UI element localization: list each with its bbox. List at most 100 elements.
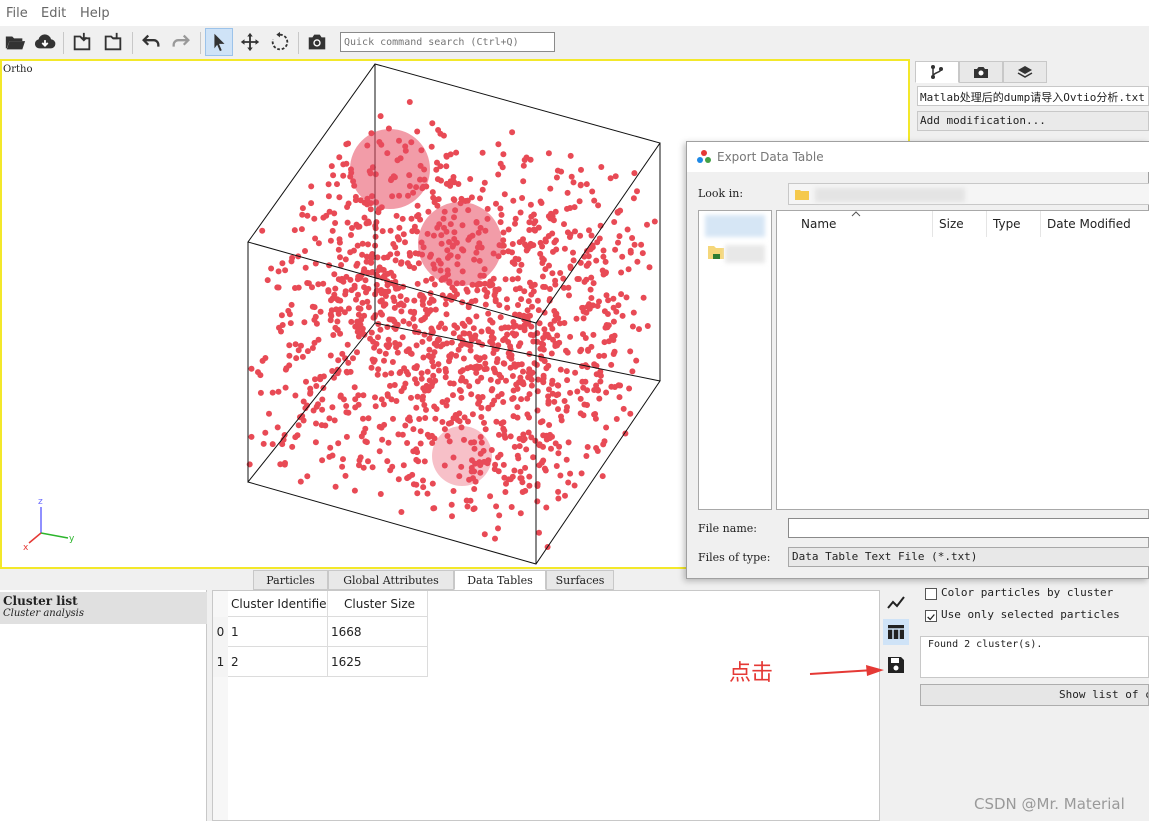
- particle: [332, 220, 339, 226]
- particle: [425, 208, 432, 215]
- show-list-button[interactable]: Show list of cl: [920, 684, 1149, 706]
- particle: [542, 467, 549, 474]
- particle: [336, 194, 343, 201]
- folder-icon: [795, 190, 809, 200]
- particle: [464, 288, 471, 295]
- use-selected-checkbox[interactable]: [925, 610, 937, 622]
- particle: [426, 346, 433, 353]
- particle: [392, 340, 399, 346]
- particle: [322, 422, 329, 429]
- particle: [266, 410, 272, 417]
- particle: [580, 315, 587, 322]
- camera-icon[interactable]: [303, 28, 331, 56]
- particle: [423, 277, 430, 284]
- particle: [509, 396, 516, 402]
- particle: [549, 216, 556, 223]
- redo-icon[interactable]: [167, 28, 195, 56]
- particle: [545, 150, 552, 157]
- color-by-cluster-checkbox[interactable]: [925, 588, 937, 600]
- particle: [292, 341, 299, 348]
- particle: [334, 181, 340, 188]
- cloud-download-icon[interactable]: [31, 28, 59, 56]
- pipeline-source-item[interactable]: Matlab处理后的dump请导入Ovtio分析.txt: [917, 86, 1149, 106]
- menu-file[interactable]: File: [6, 6, 28, 21]
- particle: [610, 351, 617, 357]
- layers-tab[interactable]: [1003, 61, 1047, 83]
- particle: [578, 166, 584, 173]
- add-modification-dropdown[interactable]: Add modification...: [917, 111, 1149, 131]
- render-tab[interactable]: [959, 61, 1003, 83]
- pipeline-tab[interactable]: [915, 61, 959, 83]
- table-cell[interactable]: 1625: [328, 647, 428, 677]
- use-selected-label: Use only selected particles: [941, 608, 1120, 621]
- plot-button[interactable]: [883, 590, 909, 616]
- particle: [334, 318, 341, 325]
- look-in-combobox[interactable]: [788, 183, 1149, 205]
- list-item-cluster-list[interactable]: Cluster list Cluster analysis: [0, 592, 207, 624]
- column-header-cluster-size[interactable]: Cluster Size: [328, 591, 428, 617]
- table-cell[interactable]: 1668: [328, 617, 428, 647]
- particle: [344, 219, 351, 226]
- tab-data-tables[interactable]: Data Tables: [454, 570, 546, 590]
- particle: [422, 415, 429, 421]
- files-of-type-select[interactable]: Data Table Text File (*.txt): [788, 547, 1149, 567]
- column-header-cluster-identifier[interactable]: Cluster Identifier: [228, 591, 328, 617]
- export-icon[interactable]: [68, 28, 96, 56]
- blurred-place[interactable]: [725, 245, 765, 263]
- particle: [400, 302, 407, 309]
- column-header-date-modified[interactable]: Date Modified: [1041, 211, 1149, 237]
- particle: [293, 355, 300, 362]
- tab-particles[interactable]: Particles: [253, 570, 328, 590]
- column-header-size[interactable]: Size: [933, 211, 987, 237]
- file-list[interactable]: Name Size Type Date Modified: [776, 210, 1149, 510]
- menu-help[interactable]: Help: [80, 6, 110, 21]
- save-table-button[interactable]: [883, 652, 909, 678]
- file-name-input[interactable]: [788, 518, 1149, 538]
- particle: [610, 295, 617, 302]
- dialog-titlebar[interactable]: Export Data Table: [687, 142, 1149, 172]
- particle: [492, 461, 499, 468]
- export-file-icon[interactable]: [99, 28, 127, 56]
- particle: [500, 229, 507, 236]
- particle: [319, 396, 326, 403]
- particle: [505, 339, 512, 345]
- particle: [390, 273, 397, 280]
- undo-icon[interactable]: [137, 28, 165, 56]
- particle: [279, 322, 286, 328]
- menu-edit[interactable]: Edit: [41, 6, 66, 21]
- folder-icon[interactable]: [707, 243, 725, 261]
- particle: [483, 365, 490, 372]
- table-cell[interactable]: 2: [228, 647, 328, 677]
- select-cursor-icon[interactable]: [205, 28, 233, 56]
- particle: [630, 195, 637, 202]
- particle: [618, 291, 625, 298]
- particle: [493, 359, 500, 366]
- particle: [608, 383, 615, 390]
- blurred-place[interactable]: [705, 215, 765, 237]
- tab-surfaces[interactable]: Surfaces: [546, 570, 614, 590]
- particle: [590, 331, 597, 338]
- particle: [551, 308, 558, 314]
- particle: [552, 440, 559, 447]
- quick-command-search-input[interactable]: [340, 32, 555, 52]
- particle: [612, 246, 619, 253]
- particle: [627, 348, 634, 355]
- open-folder-icon[interactable]: [1, 28, 29, 56]
- status-box: Found 2 cluster(s).: [920, 636, 1149, 678]
- particle: [343, 409, 350, 416]
- particle: [534, 338, 541, 345]
- particle: [418, 370, 425, 377]
- places-sidebar[interactable]: [698, 210, 772, 510]
- column-header-type[interactable]: Type: [987, 211, 1041, 237]
- table-cell[interactable]: 1: [228, 617, 328, 647]
- tab-global-attributes[interactable]: Global Attributes: [328, 570, 454, 590]
- particle: [406, 320, 413, 327]
- particle: [421, 458, 428, 465]
- particle: [355, 311, 362, 318]
- particle: [513, 381, 520, 388]
- pan-icon[interactable]: [236, 28, 264, 56]
- orbit-icon[interactable]: [266, 28, 294, 56]
- particle: [530, 454, 537, 461]
- table-view-button[interactable]: [883, 619, 909, 645]
- particle: [651, 218, 658, 225]
